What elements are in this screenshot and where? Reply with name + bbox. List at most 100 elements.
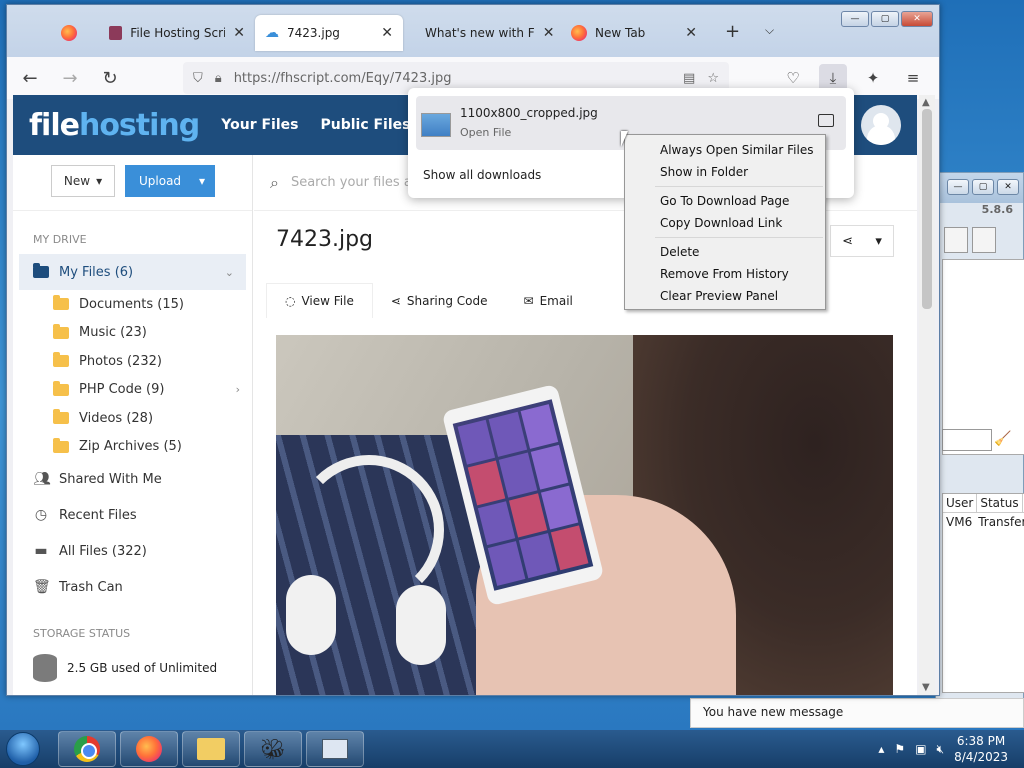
bg-maximize-button[interactable]: ▢ xyxy=(972,179,994,195)
shield-icon[interactable]: ⛉ xyxy=(193,71,203,86)
tab-sharing-code[interactable]: ⋖ Sharing Code xyxy=(373,283,506,318)
flag-icon[interactable]: ⚑ xyxy=(894,742,905,756)
close-button[interactable]: ✕ xyxy=(901,11,933,27)
scroll-down-arrow-icon[interactable]: ▼ xyxy=(922,682,930,693)
share-icon[interactable]: ⋖ xyxy=(842,234,853,249)
nav-your-files[interactable]: Your Files xyxy=(221,117,298,133)
menu-hamburger-icon[interactable]: ≡ xyxy=(899,64,927,92)
caret-down-icon[interactable]: ▾ xyxy=(875,234,882,249)
file-tabs: ◌ View File ⋖ Sharing Code ✉ Email xyxy=(266,283,591,318)
taskbar-firefox[interactable] xyxy=(120,731,178,767)
image-earcup xyxy=(286,575,336,655)
scrollbar-thumb[interactable] xyxy=(922,109,932,309)
keyboard-window-icon xyxy=(322,739,348,759)
reader-view-icon[interactable]: ▤ xyxy=(683,71,695,86)
file-preview-image[interactable] xyxy=(276,335,893,695)
folder-videos[interactable]: Videos (28) xyxy=(13,404,252,433)
search-input[interactable]: Search your files an xyxy=(291,175,420,190)
taskbar-chrome[interactable] xyxy=(58,731,116,767)
tab-view-file[interactable]: ◌ View File xyxy=(266,283,373,318)
menu-remove-from-history[interactable]: Remove From History xyxy=(625,263,825,285)
folder-documents[interactable]: Documents (15) xyxy=(13,290,252,319)
folder-icon xyxy=(53,295,69,311)
avatar[interactable] xyxy=(861,105,901,145)
sidebar-item-all-files[interactable]: ▬ All Files (322) xyxy=(13,533,252,569)
share-button[interactable]: ⋖ ▾ xyxy=(830,225,894,257)
folder-zip-archives[interactable]: Zip Archives (5) xyxy=(13,433,252,462)
maximize-button[interactable]: ▢ xyxy=(871,11,899,27)
menu-delete[interactable]: Delete xyxy=(625,241,825,263)
caret-down-icon[interactable]: ▾ xyxy=(199,174,205,188)
sidebar-item-recent[interactable]: ◷ Recent Files xyxy=(13,497,252,533)
network-icon[interactable]: ▣ xyxy=(915,742,926,756)
broom-icon[interactable]: 🧹 xyxy=(994,431,1011,447)
storage-text: 2.5 GB used of Unlimited xyxy=(67,661,218,675)
start-button[interactable] xyxy=(0,730,46,768)
chevron-right-icon[interactable]: › xyxy=(236,383,240,396)
tab-firefox[interactable] xyxy=(51,15,99,51)
bg-minimize-button[interactable]: — xyxy=(947,179,969,195)
minimize-button[interactable]: — xyxy=(841,11,869,27)
bg-window-titlebar[interactable]: — ▢ ✕ xyxy=(936,173,1023,203)
folder-php-code[interactable]: PHP Code (9) › xyxy=(13,376,252,405)
tab-label: Email xyxy=(539,293,573,308)
bg-trash-icon[interactable] xyxy=(972,227,996,253)
background-app-window[interactable]: — ▢ ✕ 5.8.6 🧹 User Status VM6 Transfer xyxy=(935,172,1024,702)
bg-col-user[interactable]: User xyxy=(943,494,978,512)
menu-always-open-similar[interactable]: Always Open Similar Files xyxy=(625,139,825,161)
menu-copy-download-link[interactable]: Copy Download Link xyxy=(625,212,825,234)
new-button[interactable]: New ▾ xyxy=(51,165,115,197)
bookmark-star-icon[interactable]: ☆ xyxy=(707,71,719,86)
bg-col-status[interactable]: Status xyxy=(977,494,1023,512)
sidebar-item-my-files[interactable]: My Files (6) ⌄ xyxy=(19,254,246,290)
page-scrollbar[interactable]: ▲ ▼ xyxy=(919,95,935,695)
volume-icon[interactable]: 🔇︎ xyxy=(937,742,945,757)
sidebar-item-shared[interactable]: 👥︎ Shared With Me xyxy=(13,461,252,497)
upload-button[interactable]: Upload ▾ xyxy=(125,165,215,197)
bg-arrows-icon[interactable] xyxy=(944,227,968,253)
menu-clear-preview-panel[interactable]: Clear Preview Panel xyxy=(625,285,825,307)
tab-new-tab[interactable]: New Tab ✕ xyxy=(561,15,707,51)
back-arrow-icon[interactable]: ← xyxy=(19,68,41,89)
url-text[interactable]: https://fhscript.com/Eqy/7423.jpg xyxy=(234,71,452,86)
tab-whats-new[interactable]: What's new with F ✕ xyxy=(407,15,555,51)
window-controls: — ▢ ✕ xyxy=(841,11,933,27)
close-tab-icon[interactable]: ✕ xyxy=(233,25,245,41)
bg-input[interactable] xyxy=(942,429,992,451)
taskbar-bee-app[interactable]: 🐝︎ xyxy=(244,731,302,767)
sidebar-item-trash[interactable]: 🗑︎ Trash Can xyxy=(13,569,252,605)
close-tab-icon[interactable]: ✕ xyxy=(685,25,697,41)
forward-arrow-icon[interactable]: → xyxy=(59,68,81,89)
close-tab-icon[interactable]: ✕ xyxy=(381,25,393,41)
scroll-up-arrow-icon[interactable]: ▲ xyxy=(922,97,930,108)
clock[interactable]: 6:38 PM 8/4/2023 xyxy=(954,733,1008,765)
users-icon: 👥︎ xyxy=(33,471,51,487)
site-logo[interactable]: filehosting xyxy=(29,108,200,143)
lock-icon[interactable]: 🔒︎ xyxy=(215,71,222,86)
folder-icon[interactable] xyxy=(818,114,834,127)
bg-close-button[interactable]: ✕ xyxy=(997,179,1019,195)
reload-icon[interactable]: ↻ xyxy=(99,68,121,89)
new-tab-button[interactable]: + xyxy=(725,21,740,42)
tab-7423[interactable]: ☁ 7423.jpg ✕ xyxy=(255,15,403,51)
chevron-down-icon[interactable]: ⌄ xyxy=(225,266,234,279)
nav-public-files[interactable]: Public Files xyxy=(320,117,410,133)
folder-label: PHP Code (9) xyxy=(79,382,165,398)
show-all-downloads-link[interactable]: Show all downloads xyxy=(423,168,541,182)
extensions-icon[interactable]: ✦ xyxy=(859,64,887,92)
folder-photos[interactable]: Photos (232) xyxy=(13,347,252,376)
menu-go-to-download-page[interactable]: Go To Download Page xyxy=(625,190,825,212)
menu-show-in-folder[interactable]: Show in Folder xyxy=(625,161,825,183)
taskbar-explorer[interactable] xyxy=(182,731,240,767)
tab-email[interactable]: ✉ Email xyxy=(506,283,591,318)
bg-cell-status: Transfer xyxy=(978,515,1024,529)
notification-toast[interactable]: You have new message xyxy=(690,698,1024,728)
show-hidden-icons-arrow-icon[interactable]: ▴ xyxy=(878,742,884,756)
folder-music[interactable]: Music (23) xyxy=(13,319,252,348)
taskbar-remote-app[interactable] xyxy=(306,731,364,767)
list-tabs-chevron-icon[interactable]: ⌵ xyxy=(765,23,774,38)
new-label: New xyxy=(63,174,91,188)
tab-file-hosting[interactable]: File Hosting Script ✕ xyxy=(99,15,255,51)
close-tab-icon[interactable]: ✕ xyxy=(543,25,555,41)
bg-row[interactable]: VM6 Transfer xyxy=(943,513,1024,531)
